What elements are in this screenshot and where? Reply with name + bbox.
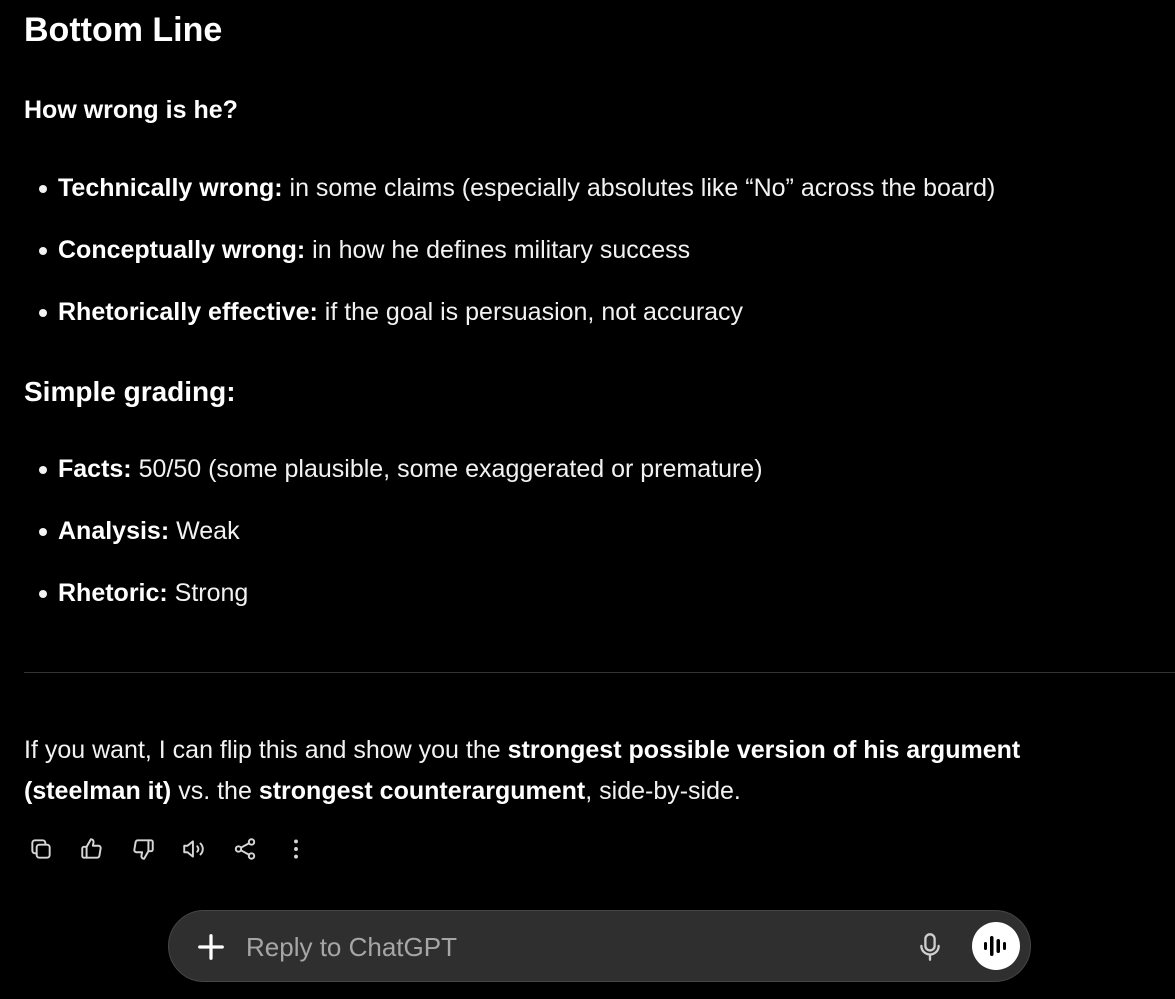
assessment-list: Technically wrong: in some claims (espec…: [38, 171, 995, 357]
grading-list: Facts: 50/50 (some plausible, some exagg…: [38, 452, 763, 638]
list-item: Analysis: Weak: [38, 514, 763, 576]
attach-button[interactable]: [193, 929, 229, 965]
more-options-icon: [294, 839, 298, 859]
grading-heading: Simple grading:: [24, 376, 236, 407]
chat-page: Bottom Line How wrong is he? Technically…: [0, 0, 1175, 999]
item-text: in some claims (especially absolutes lik…: [282, 174, 996, 202]
item-label: Conceptually wrong:: [58, 236, 306, 264]
divider: [24, 672, 1175, 673]
thumbs-up-icon: [81, 838, 102, 859]
more-options-button[interactable]: [277, 832, 315, 866]
read-aloud-button[interactable]: [175, 832, 213, 866]
item-text: Strong: [167, 579, 249, 607]
followup-text: , side-by-side.: [585, 777, 741, 805]
item-label: Rhetorically effective:: [58, 298, 318, 326]
read-aloud-icon: [183, 840, 204, 858]
list-item: Conceptually wrong: in how he defines mi…: [38, 233, 995, 295]
plus-icon: [198, 934, 224, 960]
followup-paragraph: If you want, I can flip this and show yo…: [24, 730, 1124, 812]
followup-bold: strongest counterargument: [258, 777, 586, 805]
share-button[interactable]: [226, 832, 264, 866]
list-item: Rhetorically effective: if the goal is p…: [38, 295, 995, 357]
section-heading: Bottom Line: [24, 11, 223, 49]
item-text: Weak: [169, 517, 240, 545]
item-label: Analysis:: [58, 517, 170, 545]
followup-text: vs. the: [171, 777, 259, 805]
share-icon: [234, 838, 256, 860]
voice-waveform-icon: [984, 936, 1006, 956]
dislike-button[interactable]: [124, 832, 162, 866]
reply-input[interactable]: [246, 925, 866, 969]
copy-button[interactable]: [22, 832, 60, 866]
list-item: Technically wrong: in some claims (espec…: [38, 171, 995, 233]
followup-text: If you want, I can flip this and show yo…: [24, 736, 508, 764]
item-text: if the goal is persuasion, not accuracy: [317, 298, 744, 326]
composer-bar: [168, 910, 1031, 982]
item-label: Rhetoric:: [58, 579, 168, 607]
item-label: Technically wrong:: [58, 174, 283, 202]
like-button[interactable]: [73, 832, 111, 866]
question-heading: How wrong is he?: [24, 96, 238, 124]
list-item: Rhetoric: Strong: [38, 576, 763, 638]
dictate-button[interactable]: [912, 929, 948, 965]
item-text: in how he defines military success: [305, 236, 691, 264]
item-label: Facts:: [58, 455, 132, 483]
microphone-icon: [920, 933, 940, 961]
copy-icon: [31, 839, 51, 859]
voice-mode-button[interactable]: [972, 922, 1020, 970]
thumbs-down-icon: [133, 839, 154, 860]
list-item: Facts: 50/50 (some plausible, some exagg…: [38, 452, 763, 514]
message-actions: [22, 832, 315, 866]
item-text: 50/50 (some plausible, some exaggerated …: [131, 455, 763, 483]
